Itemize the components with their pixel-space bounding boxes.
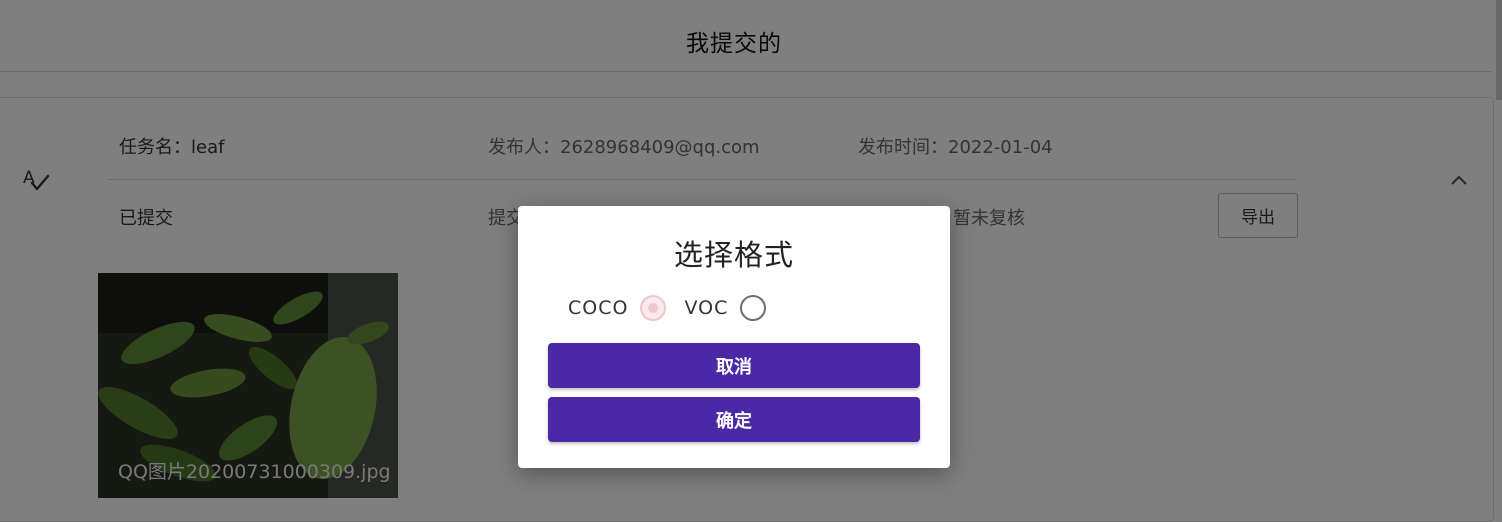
radio-unchecked-icon[interactable] [740, 295, 767, 321]
voc-label[interactable]: VOC [684, 297, 728, 319]
radio-checked-icon[interactable] [640, 295, 667, 321]
page: 我提交的 A 任务名：leaf 发布人：2628968409@qq.com 发布… [0, 0, 1502, 522]
coco-label[interactable]: COCO [568, 297, 628, 319]
dialog-title: 选择格式 [673, 238, 794, 272]
format-dialog: 选择格式 COCO VOC 取消 确定 [518, 206, 950, 468]
confirm-button[interactable]: 确定 [548, 397, 920, 442]
cancel-button[interactable]: 取消 [548, 343, 920, 388]
format-radio-group: COCO VOC [568, 294, 784, 322]
